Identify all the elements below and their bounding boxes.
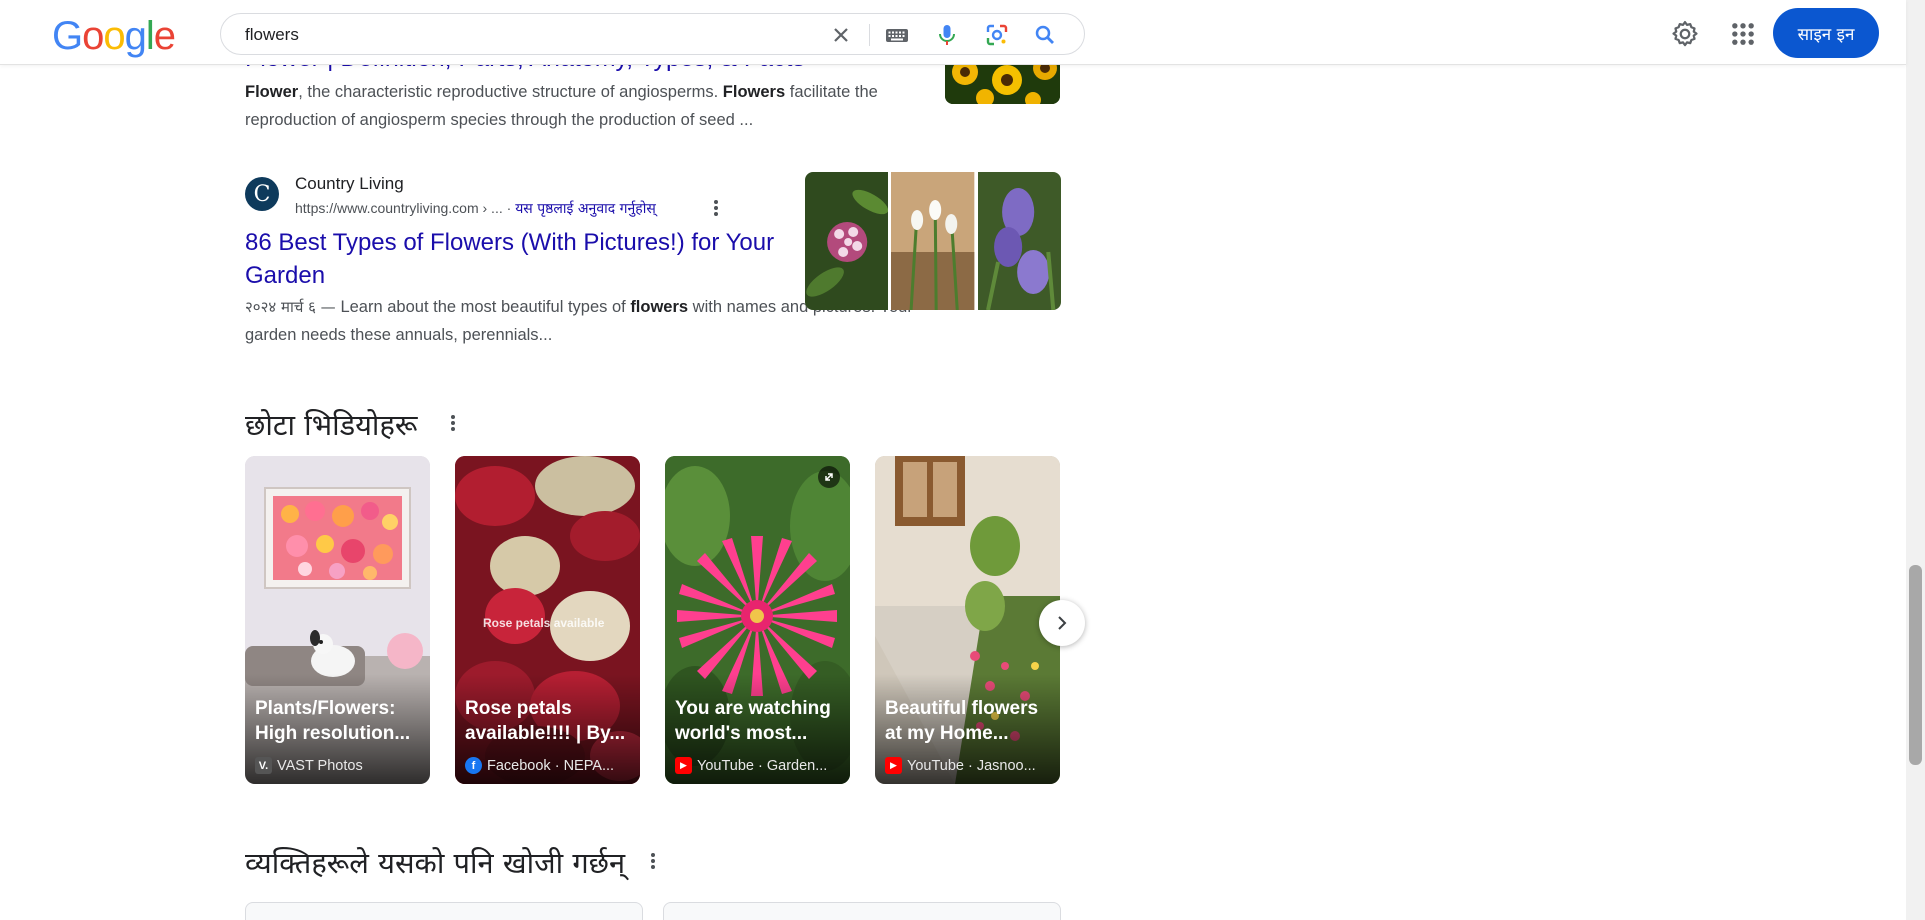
logo-letter: l (145, 14, 155, 58)
snippet-text: Flower (245, 83, 299, 101)
search-divider (869, 24, 870, 46)
video-3-title-line-2: world's most... (675, 723, 808, 744)
logo-letter: g (124, 14, 147, 58)
result-2-more-options-icon[interactable] (713, 199, 719, 217)
google-logo[interactable]: Google (52, 14, 176, 58)
voice-search-icon[interactable] (935, 23, 959, 47)
video-card-4[interactable]: Beautiful flowers at my Home... ▶ YouTub… (875, 456, 1060, 784)
video-1-title-line-2: High resolution... (255, 723, 411, 744)
video-card-3[interactable]: You are watching world's most... ▶ YouTu… (665, 456, 850, 784)
search-box (220, 13, 1085, 55)
video-3-title: You are watching world's most... (675, 696, 840, 746)
logo-letter: G (52, 14, 83, 58)
result-1-snippet: Flower, the characteristic reproductive … (245, 78, 935, 134)
logo-letter: o (82, 14, 104, 58)
scrollbar-thumb[interactable] (1909, 565, 1922, 765)
video-2-source-text: Facebook · NEPA... (487, 757, 615, 774)
video-4-source: ▶ YouTube · Jasnoo... (885, 757, 1052, 774)
video-4-source-text: YouTube · Jasnoo... (907, 757, 1036, 774)
result-2-url[interactable]: https://www.countryliving.com › ... · यस… (295, 199, 656, 218)
snippet-text: Flowers (722, 83, 786, 101)
video-2-title-line-1: Rose petals (465, 698, 572, 719)
lens-icon[interactable] (985, 23, 1009, 47)
result-2-date: २०२४ मार्च ६ — (245, 298, 341, 316)
keyboard-icon[interactable] (885, 23, 909, 47)
snippet-text: Learn about the most beautiful types of (340, 298, 631, 316)
logo-letter: o (103, 14, 125, 58)
sign-in-button[interactable]: साइन इन (1773, 8, 1879, 58)
url-separator: · (506, 200, 516, 216)
search-icon[interactable] (1033, 23, 1057, 47)
result-2-image-daphne[interactable] (805, 172, 889, 310)
google-apps-grid-icon[interactable] (1729, 20, 1757, 48)
video-4-title: Beautiful flowers at my Home... (885, 696, 1050, 746)
people-also-search-heading: व्यक्तिहरूले यसको पनि खोजी गर्छन् (245, 846, 626, 880)
scrollbar-track[interactable] (1906, 0, 1925, 920)
short-videos-more-icon[interactable] (450, 414, 456, 432)
video-4-title-line-1: Beautiful flowers (885, 698, 1039, 719)
logo-letter: e (153, 14, 176, 58)
result-2-title[interactable]: 86 Best Types of Flowers (With Pictures!… (245, 226, 785, 292)
video-2-title-line-2: available!!!! | By... (465, 723, 626, 744)
result-2-site-name[interactable]: Country Living (295, 174, 404, 194)
country-living-favicon: C (245, 177, 279, 211)
video-1-source: V. VAST Photos (255, 757, 422, 774)
video-2-source: f Facebook · NEPA... (465, 757, 632, 774)
video-1-title: Plants/Flowers: High resolution... (255, 696, 420, 746)
carousel-next-button[interactable] (1039, 600, 1085, 646)
result-2-image-snowdrop[interactable] (891, 172, 975, 310)
video-3-title-line-1: You are watching (675, 698, 831, 719)
result-2-image-strip[interactable] (805, 172, 1061, 310)
video-2-title: Rose petals available!!!! | By... (465, 696, 630, 746)
snippet-text: flowers (630, 298, 689, 316)
video-1-title-line-1: Plants/Flowers: (255, 698, 396, 719)
facebook-icon: f (465, 757, 482, 774)
translate-page-link[interactable]: यस पृष्ठलाई अनुवाद गर्नुहोस् (515, 201, 656, 217)
settings-gear-icon[interactable] (1670, 19, 1700, 49)
vast-photos-badge-icon: V. (255, 757, 272, 774)
result-2-image-iris[interactable] (977, 172, 1061, 310)
short-videos-heading: छोटा भिडियोहरू (245, 408, 418, 442)
related-search-card-2[interactable] (663, 902, 1061, 920)
expand-icon[interactable] (818, 466, 840, 488)
clear-icon[interactable] (829, 23, 853, 47)
youtube-icon: ▶ (885, 757, 902, 774)
search-input[interactable] (245, 24, 805, 46)
snippet-text: , the characteristic reproductive struct… (298, 83, 723, 101)
video-2-overlay-text: Rose petals available (483, 616, 605, 630)
chevron-right-icon (1058, 616, 1067, 630)
result-2-url-text: https://www.countryliving.com › ... (295, 200, 503, 216)
top-bar: Google flowers साइन इन (0, 0, 1906, 65)
people-also-search-more-icon[interactable] (650, 852, 656, 870)
video-3-source-text: YouTube · Garden... (697, 757, 828, 774)
video-3-source: ▶ YouTube · Garden... (675, 757, 842, 774)
video-1-source-text: VAST Photos (277, 757, 363, 774)
video-4-title-line-2: at my Home... (885, 723, 1009, 744)
youtube-icon: ▶ (675, 757, 692, 774)
video-card-1[interactable]: Plants/Flowers: High resolution... V. VA… (245, 456, 430, 784)
video-card-2[interactable]: Rose petals available Rose petals availa… (455, 456, 640, 784)
related-search-card-1[interactable] (245, 902, 643, 920)
